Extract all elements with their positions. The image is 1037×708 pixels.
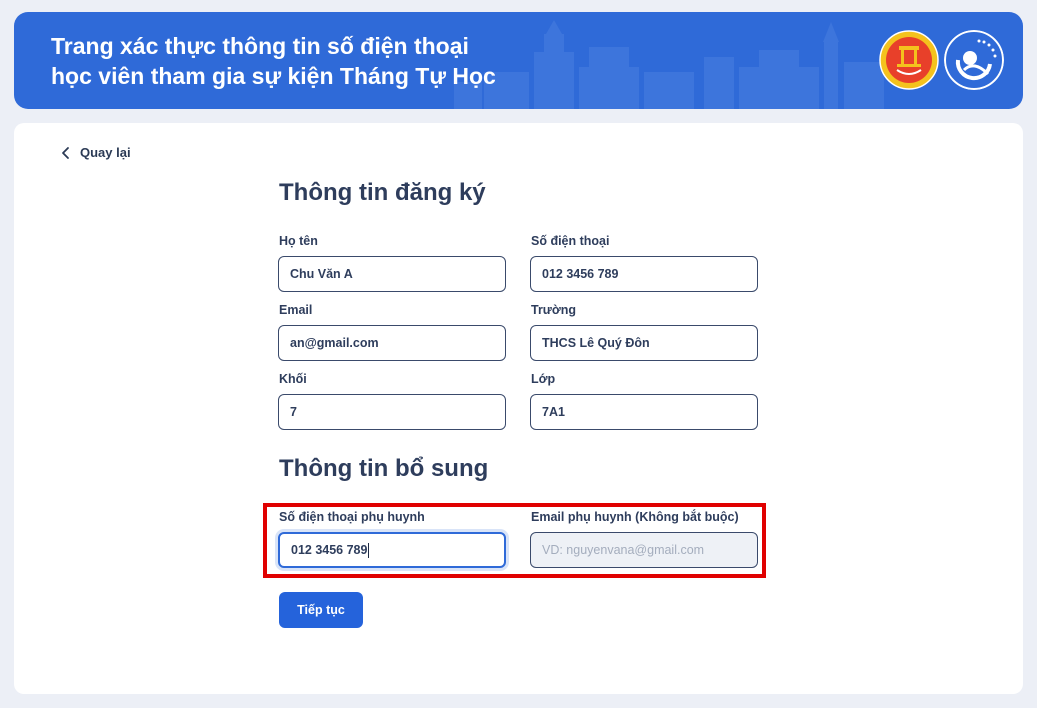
class-label: Lớp bbox=[531, 372, 556, 386]
email-label: Email bbox=[279, 303, 313, 317]
grade-value: 7 bbox=[290, 405, 297, 419]
page-title: Trang xác thực thông tin số điện thoại h… bbox=[51, 31, 571, 91]
phone-field[interactable]: 012 3456 789 bbox=[530, 256, 758, 292]
hanoi-education-logo-icon bbox=[879, 30, 939, 90]
class-field[interactable]: 7A1 bbox=[530, 394, 758, 430]
phone-label: Số điện thoại bbox=[531, 234, 610, 248]
email-value: an@gmail.com bbox=[290, 336, 379, 350]
title-line-2: học viên tham gia sự kiện Tháng Tự Học bbox=[51, 63, 496, 89]
school-label: Trường bbox=[531, 303, 577, 317]
header-banner: Trang xác thực thông tin số điện thoại h… bbox=[14, 12, 1023, 109]
supplement-section-title: Thông tin bổ sung bbox=[279, 455, 489, 482]
chevron-left-icon bbox=[62, 146, 69, 159]
school-field[interactable]: THCS Lê Quý Đôn bbox=[530, 325, 758, 361]
phone-value: 012 3456 789 bbox=[542, 267, 619, 281]
annotation-highlight-box bbox=[263, 503, 766, 578]
email-field[interactable]: an@gmail.com bbox=[278, 325, 506, 361]
back-link[interactable]: Quay lại bbox=[60, 145, 131, 160]
title-line-1: Trang xác thực thông tin số điện thoại bbox=[51, 33, 469, 59]
grade-label: Khối bbox=[279, 372, 307, 386]
school-value: THCS Lê Quý Đôn bbox=[542, 336, 650, 350]
registration-section-title: Thông tin đăng ký bbox=[279, 179, 486, 206]
registration-card: Quay lại Thông tin đăng ký Họ tên Chu Vă… bbox=[14, 123, 1023, 694]
continue-button[interactable]: Tiếp tục bbox=[279, 592, 363, 628]
name-value: Chu Văn A bbox=[290, 267, 353, 281]
name-field[interactable]: Chu Văn A bbox=[278, 256, 506, 292]
back-link-label: Quay lại bbox=[80, 145, 131, 160]
name-label: Họ tên bbox=[279, 234, 318, 248]
class-value: 7A1 bbox=[542, 405, 565, 419]
youth-union-logo-icon bbox=[944, 30, 1004, 90]
grade-field[interactable]: 7 bbox=[278, 394, 506, 430]
